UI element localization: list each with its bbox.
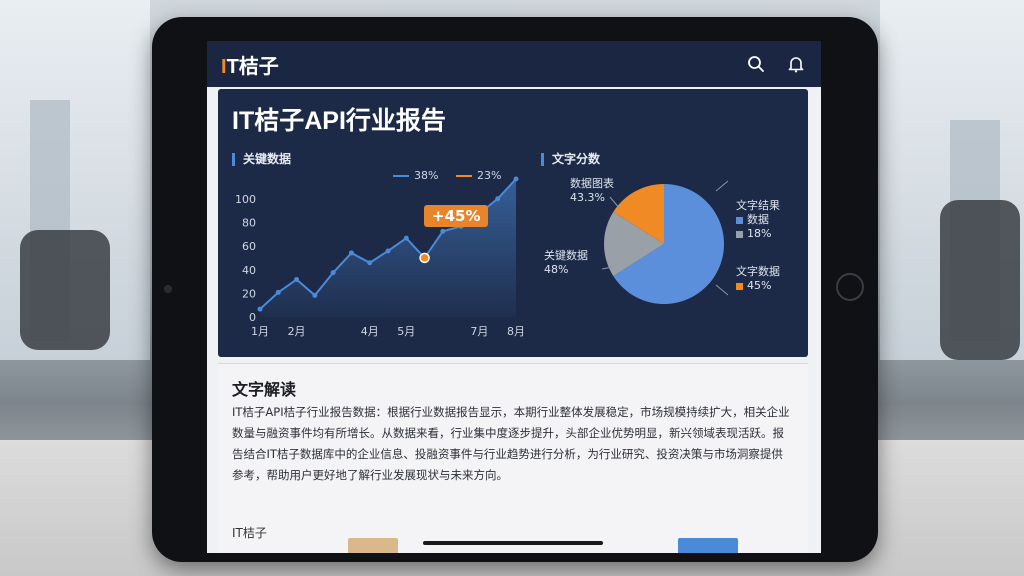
pie-label-top-left: 数据图表 43.3% [570, 177, 614, 205]
thumbnail-image[interactable] [348, 538, 398, 553]
swatch [736, 282, 743, 290]
pie-leader-line [715, 284, 729, 296]
pie-label-value: 48% [544, 263, 569, 276]
app-logo[interactable]: IT桔子 [221, 50, 279, 79]
pie-chart [601, 180, 729, 304]
pie-label-value: 43.3% [570, 191, 605, 204]
swatch [736, 216, 743, 224]
background-chair [20, 230, 110, 350]
pie-label-right-bottom: 文字数据 45% [736, 265, 780, 293]
thumbnail-image[interactable] [678, 538, 738, 553]
pie-label-item: 45% [736, 279, 780, 293]
pie-label-item: 数据 [736, 213, 780, 227]
footer-brand: IT桔子 [232, 526, 267, 540]
bell-icon[interactable] [785, 53, 807, 75]
home-indicator [423, 541, 603, 545]
tablet-device: IT桔子 IT桔子API行业报告 关键数据 38% 23% 0 20 40 60… [152, 17, 878, 562]
logo-text: T桔子 [226, 55, 279, 78]
pie-label-title: 关键数据 [544, 249, 588, 262]
top-bar: IT桔子 [207, 41, 821, 87]
article-heading: 文字解读 [232, 382, 297, 399]
tablet-screen: IT桔子 IT桔子API行业报告 关键数据 38% 23% 0 20 40 60… [207, 41, 821, 553]
pie-label-right-top: 文字结果 数据 18% [736, 199, 780, 241]
pie-label-title: 文字数据 [736, 265, 780, 278]
swatch [736, 230, 743, 238]
pie-label-left: 关键数据 48% [544, 249, 588, 277]
pie-label-title: 文字结果 [736, 199, 780, 212]
article-section: 文字解读 IT桔子API桔子行业报告数据：根据行业数据报告显示，本期行业整体发展… [218, 363, 808, 553]
tablet-camera [164, 285, 172, 293]
pie-label-item: 18% [736, 227, 780, 241]
background-chair [940, 200, 1020, 360]
article-body: IT桔子API桔子行业报告数据：根据行业数据报告显示，本期行业整体发展稳定，市场… [232, 405, 790, 482]
search-icon[interactable] [745, 53, 767, 75]
report-card: IT桔子API行业报告 关键数据 38% 23% 0 20 40 60 80 100 1月 2… [218, 89, 808, 357]
pie-label-title: 数据图表 [570, 177, 614, 190]
tablet-home-button[interactable] [836, 273, 864, 301]
pie-leader-line [715, 180, 729, 192]
